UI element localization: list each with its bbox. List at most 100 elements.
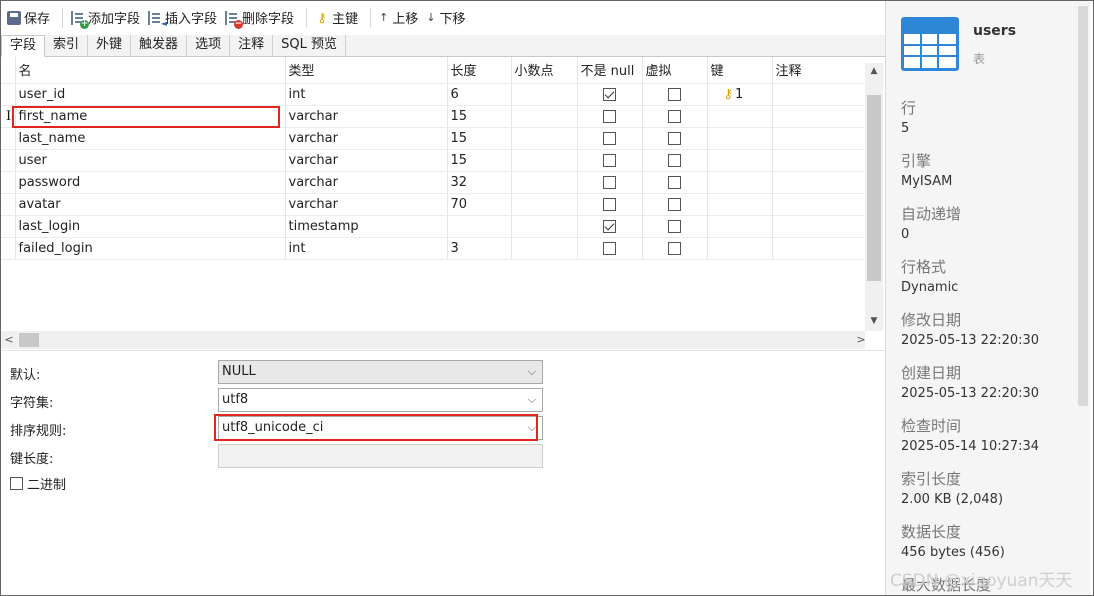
- cell-length[interactable]: 15: [447, 127, 512, 150]
- table-row[interactable]: avatar varchar 70: [1, 193, 865, 216]
- scroll-down-icon[interactable]: ▼: [865, 313, 883, 329]
- cell-type[interactable]: int: [285, 237, 448, 260]
- cell-decimals[interactable]: [511, 149, 578, 172]
- cell-name[interactable]: user_id: [15, 83, 286, 106]
- virtual-checkbox[interactable]: [668, 175, 681, 189]
- column-header-decimals[interactable]: 小数点: [511, 57, 578, 84]
- cell-decimals[interactable]: [511, 171, 578, 194]
- virtual-checkbox[interactable]: [668, 241, 681, 255]
- cell-key[interactable]: [707, 171, 773, 194]
- not-null-checkbox[interactable]: [603, 219, 616, 233]
- table-row[interactable]: last_login timestamp: [1, 215, 865, 238]
- charset-select[interactable]: utf8 ⌵: [218, 388, 543, 412]
- cell-type[interactable]: timestamp: [285, 215, 448, 238]
- scroll-left-icon[interactable]: <: [1, 331, 17, 349]
- cell-not-null[interactable]: [577, 105, 643, 128]
- cell-decimals[interactable]: [511, 83, 578, 106]
- column-header-name[interactable]: 名: [15, 57, 286, 84]
- cell-not-null[interactable]: [577, 193, 643, 216]
- info-scrollbar[interactable]: [1078, 6, 1088, 406]
- table-row[interactable]: user_id int 6 ⚷ 1: [1, 83, 865, 106]
- cell-decimals[interactable]: [511, 215, 578, 238]
- virtual-checkbox[interactable]: [668, 219, 681, 233]
- tab-options[interactable]: 选项: [187, 35, 231, 56]
- cell-comment[interactable]: [772, 171, 865, 194]
- grid-vertical-scrollbar[interactable]: ▲ ▼: [865, 63, 883, 331]
- cell-virtual[interactable]: [642, 149, 708, 172]
- save-button[interactable]: 保存: [5, 6, 56, 30]
- tab-sql-preview[interactable]: SQL 预览: [273, 35, 346, 56]
- cell-length[interactable]: 15: [447, 105, 512, 128]
- cell-virtual[interactable]: [642, 237, 708, 260]
- cell-length[interactable]: 6: [447, 83, 512, 106]
- table-row[interactable]: user varchar 15: [1, 149, 865, 172]
- move-up-button[interactable]: ↑ 上移: [377, 6, 424, 30]
- table-row[interactable]: password varchar 32: [1, 171, 865, 194]
- cell-key[interactable]: ⚷ 1: [707, 83, 773, 106]
- column-header-key[interactable]: 键: [707, 57, 773, 84]
- not-null-checkbox[interactable]: [603, 153, 616, 167]
- cell-type[interactable]: varchar: [285, 105, 448, 128]
- grid-horizontal-scrollbar[interactable]: < >: [1, 331, 866, 349]
- cell-not-null[interactable]: [577, 83, 643, 106]
- default-select[interactable]: NULL ⌵: [218, 360, 543, 384]
- insert-field-button[interactable]: 插入字段: [146, 6, 223, 30]
- cell-virtual[interactable]: [642, 105, 708, 128]
- cell-not-null[interactable]: [577, 127, 643, 150]
- collation-select[interactable]: utf8_unicode_ci ⌵: [218, 416, 543, 440]
- cell-length[interactable]: 70: [447, 193, 512, 216]
- virtual-checkbox[interactable]: [668, 87, 681, 101]
- scrollbar-thumb[interactable]: [867, 95, 881, 281]
- column-header-comment[interactable]: 注释: [772, 57, 865, 84]
- cell-type[interactable]: int: [285, 83, 448, 106]
- cell-length[interactable]: 3: [447, 237, 512, 260]
- add-field-button[interactable]: 添加字段: [69, 6, 146, 30]
- cell-key[interactable]: [707, 127, 773, 150]
- cell-name[interactable]: first_name: [15, 105, 286, 128]
- cell-type[interactable]: varchar: [285, 149, 448, 172]
- column-header-type[interactable]: 类型: [285, 57, 448, 84]
- cell-type[interactable]: varchar: [285, 171, 448, 194]
- cell-key[interactable]: [707, 193, 773, 216]
- tab-triggers[interactable]: 触发器: [131, 35, 188, 56]
- cell-virtual[interactable]: [642, 193, 708, 216]
- cell-decimals[interactable]: [511, 237, 578, 260]
- virtual-checkbox[interactable]: [668, 153, 681, 167]
- cell-length[interactable]: 32: [447, 171, 512, 194]
- cell-virtual[interactable]: [642, 127, 708, 150]
- cell-decimals[interactable]: [511, 105, 578, 128]
- cell-key[interactable]: [707, 149, 773, 172]
- column-header-not-null[interactable]: 不是 null: [577, 57, 643, 84]
- cell-key[interactable]: [707, 105, 773, 128]
- cell-comment[interactable]: [772, 149, 865, 172]
- cell-not-null[interactable]: [577, 215, 643, 238]
- not-null-checkbox[interactable]: [603, 175, 616, 189]
- cell-length[interactable]: [447, 215, 512, 238]
- move-down-button[interactable]: ↓ 下移: [424, 6, 471, 30]
- column-header-length[interactable]: 长度: [447, 57, 512, 84]
- cell-type[interactable]: varchar: [285, 193, 448, 216]
- cell-type[interactable]: varchar: [285, 127, 448, 150]
- cell-comment[interactable]: [772, 193, 865, 216]
- cell-virtual[interactable]: [642, 83, 708, 106]
- column-header-virtual[interactable]: 虚拟: [642, 57, 708, 84]
- scroll-right-icon[interactable]: >: [853, 331, 869, 349]
- tab-fields[interactable]: 字段: [1, 35, 46, 57]
- table-row[interactable]: first_name varchar 15: [1, 105, 865, 128]
- scroll-up-icon[interactable]: ▲: [865, 63, 883, 79]
- virtual-checkbox[interactable]: [668, 109, 681, 123]
- virtual-checkbox[interactable]: [668, 131, 681, 145]
- binary-checkbox[interactable]: [10, 477, 23, 490]
- cell-name[interactable]: user: [15, 149, 286, 172]
- not-null-checkbox[interactable]: [603, 131, 616, 145]
- tab-foreign-keys[interactable]: 外键: [88, 35, 132, 56]
- cell-name[interactable]: password: [15, 171, 286, 194]
- cell-not-null[interactable]: [577, 237, 643, 260]
- table-row[interactable]: last_name varchar 15: [1, 127, 865, 150]
- not-null-checkbox[interactable]: [603, 241, 616, 255]
- cell-comment[interactable]: [772, 127, 865, 150]
- cell-comment[interactable]: [772, 105, 865, 128]
- cell-decimals[interactable]: [511, 127, 578, 150]
- cell-virtual[interactable]: [642, 215, 708, 238]
- cell-length[interactable]: 15: [447, 149, 512, 172]
